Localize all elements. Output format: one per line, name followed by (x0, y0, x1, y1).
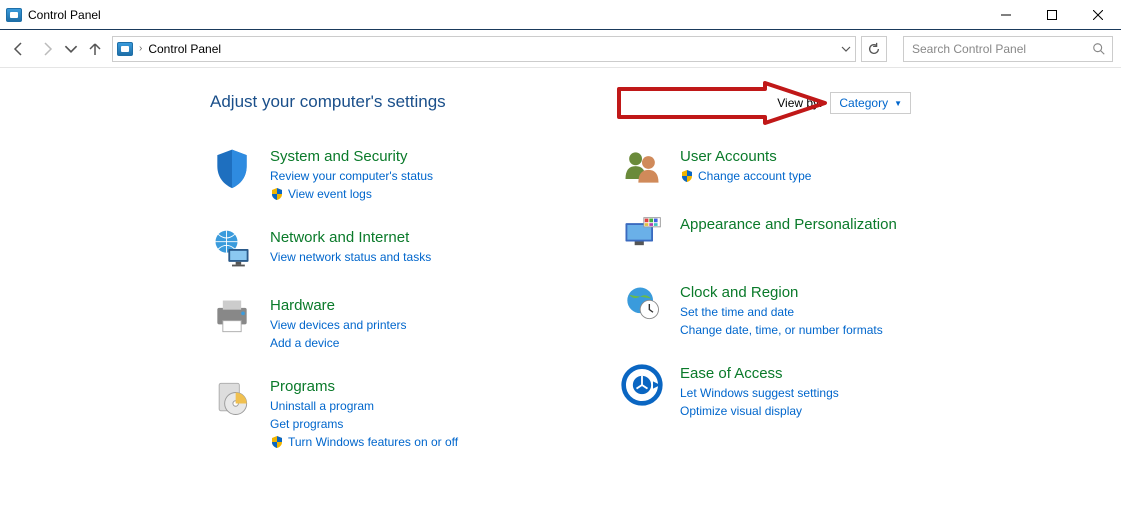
sublink-add-device[interactable]: Add a device (270, 334, 407, 352)
page-heading: Adjust your computer's settings (210, 92, 1121, 112)
category-hardware: Hardware View devices and printers Add a… (210, 295, 540, 352)
category-title[interactable]: System and Security (270, 148, 433, 165)
window-title: Control Panel (28, 8, 983, 22)
shield-icon (210, 146, 254, 190)
category-appearance: Appearance and Personalization (620, 214, 950, 258)
sublink-suggest-settings[interactable]: Let Windows suggest settings (680, 384, 839, 402)
uac-shield-icon (680, 169, 694, 183)
sublink-review-status[interactable]: Review your computer's status (270, 167, 433, 185)
search-box[interactable] (903, 36, 1113, 62)
view-by-row: View by: Category ▼ (777, 92, 911, 114)
view-by-label: View by: (777, 96, 822, 110)
category-title[interactable]: User Accounts (680, 148, 811, 165)
address-bar[interactable]: › Control Panel (112, 36, 856, 62)
category-title[interactable]: Clock and Region (680, 284, 883, 301)
title-bar: Control Panel (0, 0, 1121, 30)
minimize-button[interactable] (983, 0, 1029, 30)
category-title[interactable]: Programs (270, 378, 458, 395)
search-input[interactable] (910, 41, 1092, 57)
sublink-set-time-date[interactable]: Set the time and date (680, 303, 883, 321)
category-system-security: System and Security Review your computer… (210, 146, 540, 203)
category-programs: Programs Uninstall a program Get program… (210, 376, 540, 451)
up-button[interactable] (84, 38, 106, 60)
printer-icon (210, 295, 254, 339)
category-network-internet: Network and Internet View network status… (210, 227, 540, 271)
category-column-left: System and Security Review your computer… (210, 146, 540, 475)
sublink-windows-features[interactable]: Turn Windows features on or off (270, 433, 458, 451)
category-title[interactable]: Appearance and Personalization (680, 216, 897, 233)
users-icon (620, 146, 664, 190)
maximize-button[interactable] (1029, 0, 1075, 30)
sublink-change-formats[interactable]: Change date, time, or number formats (680, 321, 883, 339)
category-ease-of-access: Ease of Access Let Windows suggest setti… (620, 363, 950, 420)
refresh-button[interactable] (861, 36, 887, 62)
category-title[interactable]: Ease of Access (680, 365, 839, 382)
sublink-network-status[interactable]: View network status and tasks (270, 248, 431, 266)
category-user-accounts: User Accounts Change account type (620, 146, 950, 190)
globe-monitor-icon (210, 227, 254, 271)
category-title[interactable]: Network and Internet (270, 229, 431, 246)
window-controls (983, 0, 1121, 30)
breadcrumb-root[interactable]: Control Panel (148, 42, 221, 56)
chevron-right-icon: › (139, 43, 142, 54)
back-button[interactable] (8, 38, 30, 60)
category-clock-region: Clock and Region Set the time and date C… (620, 282, 950, 339)
dropdown-arrow-icon: ▼ (894, 99, 902, 108)
sublink-optimize-display[interactable]: Optimize visual display (680, 402, 839, 420)
uac-shield-icon (270, 187, 284, 201)
close-button[interactable] (1075, 0, 1121, 30)
control-panel-icon (117, 42, 133, 56)
disc-box-icon (210, 376, 254, 420)
sublink-view-event-logs[interactable]: View event logs (270, 185, 433, 203)
address-dropdown-icon[interactable] (841, 44, 851, 54)
sublink-devices-printers[interactable]: View devices and printers (270, 316, 407, 334)
category-title[interactable]: Hardware (270, 297, 407, 314)
ease-of-access-icon (620, 363, 664, 407)
monitor-palette-icon (620, 214, 664, 258)
view-by-value: Category (839, 96, 888, 110)
navigation-bar: › Control Panel (0, 30, 1121, 68)
view-by-dropdown[interactable]: Category ▼ (830, 92, 911, 114)
uac-shield-icon (270, 435, 284, 449)
sublink-uninstall[interactable]: Uninstall a program (270, 397, 458, 415)
recent-locations-button[interactable] (64, 38, 78, 60)
content-area: Adjust your computer's settings View by:… (0, 68, 1121, 475)
globe-clock-icon (620, 282, 664, 326)
sublink-change-account-type[interactable]: Change account type (680, 167, 811, 185)
control-panel-icon (6, 8, 22, 22)
sublink-get-programs[interactable]: Get programs (270, 415, 458, 433)
forward-button[interactable] (36, 38, 58, 60)
search-icon (1092, 42, 1106, 56)
category-column-right: User Accounts Change account type Appear… (620, 146, 950, 475)
